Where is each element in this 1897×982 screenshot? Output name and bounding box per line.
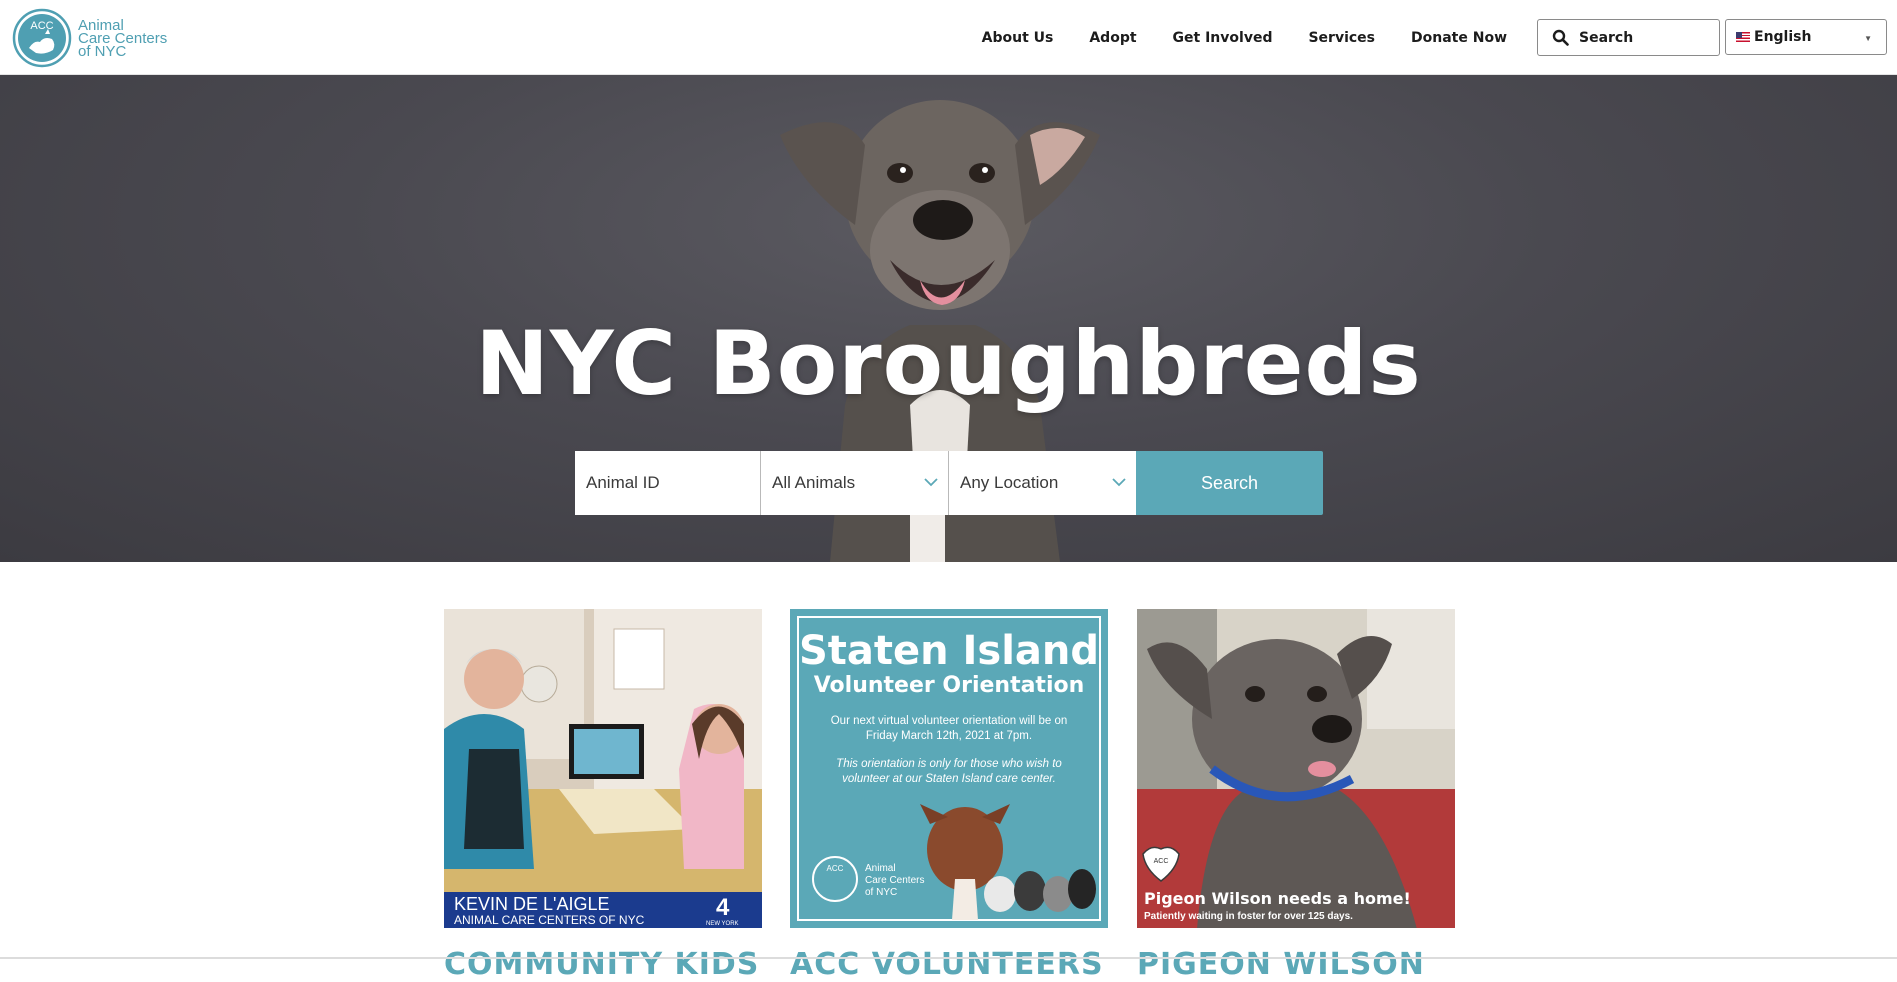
site-search-input[interactable]: Search	[1537, 19, 1720, 56]
animal-search-button[interactable]: Search	[1136, 451, 1323, 515]
news-channel-logo: 4	[716, 894, 730, 921]
nav-about-us[interactable]: About Us	[982, 30, 1054, 46]
volunteer-orientation-card-image[interactable]: Staten Island Volunteer Orientation Our …	[790, 609, 1108, 928]
card-note-line: This orientation is only for those who w…	[836, 758, 1062, 770]
card-subheading: Patiently waiting in foster for over 125…	[1144, 911, 1353, 922]
acc-logo-icon: ACC	[12, 8, 72, 68]
card-title-pigeon-wilson[interactable]: PIGEON WILSON	[1137, 947, 1425, 982]
card-title-acc-volunteers[interactable]: ACC VOLUNTEERS	[790, 947, 1104, 982]
nav-get-involved[interactable]: Get Involved	[1173, 30, 1273, 46]
chevron-down-icon	[924, 478, 938, 487]
card-title-community-kids[interactable]: COMMUNITY KIDS	[444, 947, 759, 982]
main-nav: About Us Adopt Get Involved Services Don…	[946, 0, 1507, 75]
nav-services[interactable]: Services	[1308, 30, 1375, 46]
us-flag-icon	[1736, 32, 1750, 42]
hero-banner: NYC Boroughbreds Animal ID All Animals A…	[0, 75, 1897, 562]
nav-adopt[interactable]: Adopt	[1089, 30, 1136, 46]
location-value: Any Location	[960, 473, 1059, 492]
logo-wordmark: Animal Care Centers of NYC	[78, 18, 167, 59]
chevron-down-icon	[1112, 478, 1126, 487]
language-select[interactable]: English ▼	[1725, 19, 1887, 55]
animal-id-placeholder: Animal ID	[586, 473, 660, 492]
site-search-placeholder: Search	[1579, 29, 1634, 46]
card-logo-abbr: ACC	[1154, 858, 1169, 865]
news-caption-org: ANIMAL CARE CENTERS OF NYC	[454, 913, 645, 927]
nav-donate-now[interactable]: Donate Now	[1411, 30, 1507, 46]
acc-logo[interactable]: ACC Animal Care Centers of NYC	[12, 8, 167, 68]
location-select[interactable]: Any Location	[949, 451, 1136, 515]
card-logo-line: Animal	[865, 863, 896, 874]
card-heading-line-1: Staten Island	[799, 628, 1099, 674]
card-logo-line: Care Centers	[865, 875, 924, 886]
svg-text:ACC: ACC	[30, 20, 53, 32]
card-note-line: volunteer at our Staten Island care cent…	[842, 773, 1056, 785]
site-header: ACC Animal Care Centers of NYC About Us …	[0, 0, 1897, 75]
card-body-line: Our next virtual volunteer orientation w…	[831, 715, 1068, 727]
card-body-line: Friday March 12th, 2021 at 7pm.	[866, 730, 1032, 742]
language-label: English	[1754, 29, 1812, 45]
card-logo-line: of NYC	[865, 887, 897, 898]
news-caption-name: KEVIN DE L'AIGLE	[454, 894, 610, 914]
chevron-down-icon: ▼	[1864, 34, 1872, 43]
animal-type-select[interactable]: All Animals	[761, 451, 949, 515]
card-logo-abbr: ACC	[827, 864, 844, 873]
card-heading-line-2: Volunteer Orientation	[814, 673, 1085, 698]
hero-title: NYC Boroughbreds	[475, 312, 1422, 415]
animal-id-input[interactable]: Animal ID	[575, 451, 761, 515]
community-kids-card-image[interactable]: KEVIN DE L'AIGLE ANIMAL CARE CENTERS OF …	[444, 609, 762, 928]
animal-type-value: All Animals	[772, 473, 856, 492]
news-channel-sub: NEW YORK	[706, 921, 739, 927]
search-icon	[1552, 29, 1569, 46]
card-heading: Pigeon Wilson needs a home!	[1144, 889, 1411, 908]
animal-search-bar: Animal ID All Animals Any Location Searc…	[575, 451, 1323, 515]
pigeon-wilson-card-image[interactable]: ACC Pigeon Wilson needs a home! Patientl…	[1137, 609, 1455, 928]
